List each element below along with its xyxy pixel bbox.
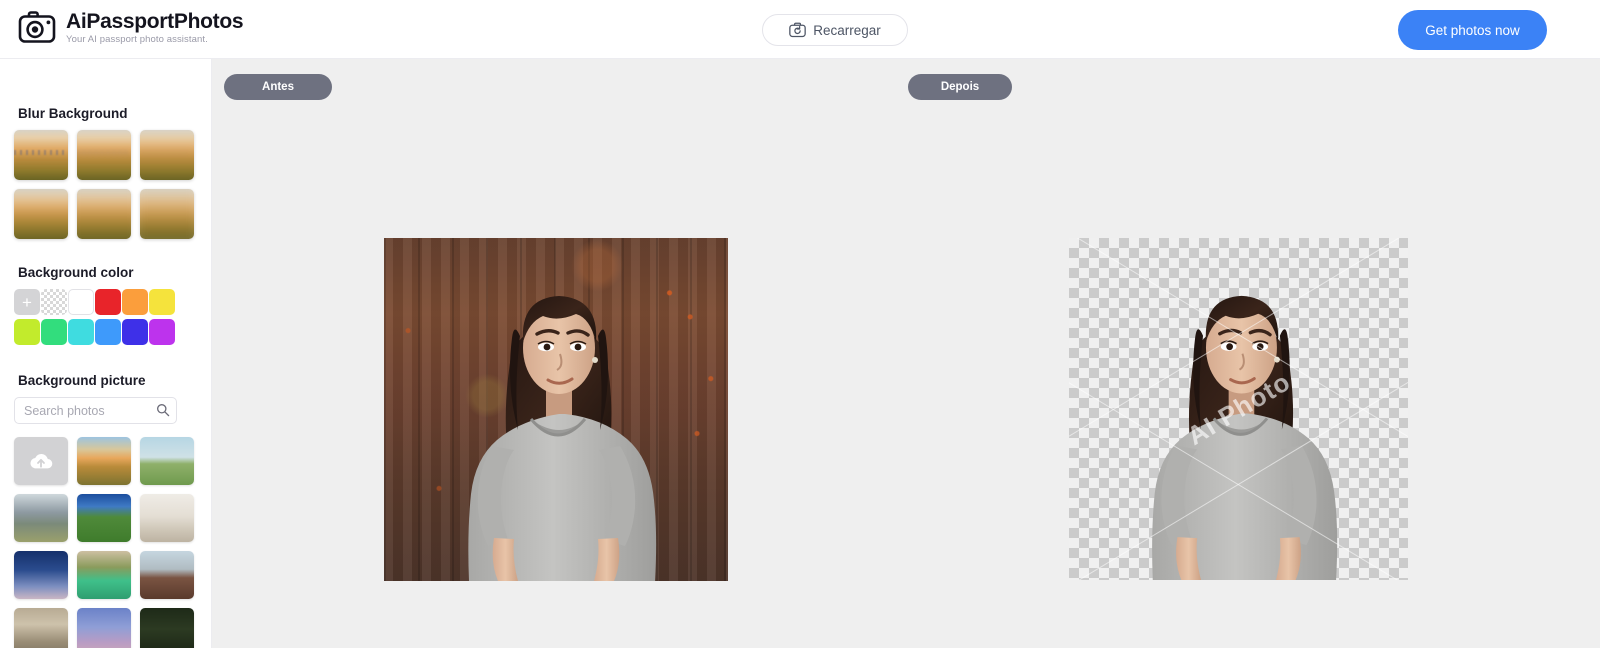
background-color-title: Background color xyxy=(18,265,134,280)
color-swatch-transparent[interactable] xyxy=(41,289,67,315)
preview-canvas: Antes Depois AI Photo xyxy=(212,59,1600,648)
background-color-section: Background color + xyxy=(0,239,211,345)
person-subject-cutout xyxy=(1069,238,1408,580)
blur-level-4[interactable] xyxy=(14,189,68,239)
color-swatch-green[interactable] xyxy=(41,319,67,345)
photo-purple-sky[interactable] xyxy=(77,608,131,648)
reload-button-label: Recarregar xyxy=(813,22,881,38)
background-picture-title: Background picture xyxy=(18,373,146,388)
background-photo-grid xyxy=(14,437,211,648)
color-swatch-white[interactable] xyxy=(68,289,94,315)
camera-icon xyxy=(18,9,56,47)
blur-level-5[interactable] xyxy=(77,189,131,239)
photo-green-car-tree[interactable] xyxy=(77,551,131,599)
photo-desert-plain[interactable] xyxy=(140,551,194,599)
camera-refresh-icon xyxy=(789,22,807,38)
color-swatch-lime[interactable] xyxy=(14,319,40,345)
blur-background-title: Blur Background xyxy=(18,106,128,121)
after-label-pill: Depois xyxy=(908,74,1012,100)
color-swatch-magenta[interactable] xyxy=(149,319,175,345)
get-photos-now-button[interactable]: Get photos now xyxy=(1398,10,1547,50)
app-header: AiPassportPhotos Your AI passport photo … xyxy=(0,0,1600,59)
blur-level-1[interactable] xyxy=(14,130,68,180)
photo-window-interior[interactable] xyxy=(14,608,68,648)
reload-button[interactable]: Recarregar xyxy=(762,14,908,46)
blur-level-6[interactable] xyxy=(140,189,194,239)
photo-green-valley[interactable] xyxy=(77,494,131,542)
photo-dark-foliage[interactable] xyxy=(140,608,194,648)
color-swatch-cyan[interactable] xyxy=(68,319,94,345)
background-picture-section: Background picture xyxy=(0,345,211,648)
blur-level-3[interactable] xyxy=(140,130,194,180)
color-swatch-add-color[interactable]: + xyxy=(14,289,40,315)
blur-level-2[interactable] xyxy=(77,130,131,180)
photo-sunset-balloons[interactable] xyxy=(77,437,131,485)
person-subject xyxy=(384,238,728,581)
color-swatch-blue[interactable] xyxy=(95,319,121,345)
search-photos-input[interactable] xyxy=(14,397,177,424)
color-swatch-indigo[interactable] xyxy=(122,319,148,345)
before-label-pill: Antes xyxy=(224,74,332,100)
photo-interior-shelf[interactable] xyxy=(140,494,194,542)
search-photos-wrapper xyxy=(14,397,177,424)
photo-moon-night-sky[interactable] xyxy=(14,551,68,599)
color-swatch-yellow[interactable] xyxy=(149,289,175,315)
photo-lone-tree-field[interactable] xyxy=(140,437,194,485)
photo-mountain-peak[interactable] xyxy=(14,494,68,542)
after-photo[interactable]: AI Photo xyxy=(1069,238,1408,580)
color-swatch-grid: + xyxy=(14,289,211,345)
color-swatch-red[interactable] xyxy=(95,289,121,315)
blur-background-section: Blur Background xyxy=(0,59,211,239)
blur-thumbnail-grid xyxy=(14,130,211,239)
brand: AiPassportPhotos Your AI passport photo … xyxy=(18,9,244,47)
brand-subtitle: Your AI passport photo assistant. xyxy=(66,34,208,45)
sidebar: Blur Background Background color + Backg… xyxy=(0,59,212,648)
before-photo[interactable] xyxy=(384,238,728,581)
brand-title: AiPassportPhotos xyxy=(66,10,244,33)
color-swatch-orange[interactable] xyxy=(122,289,148,315)
cloud-upload-icon xyxy=(30,453,53,469)
upload-tile[interactable] xyxy=(14,437,68,485)
